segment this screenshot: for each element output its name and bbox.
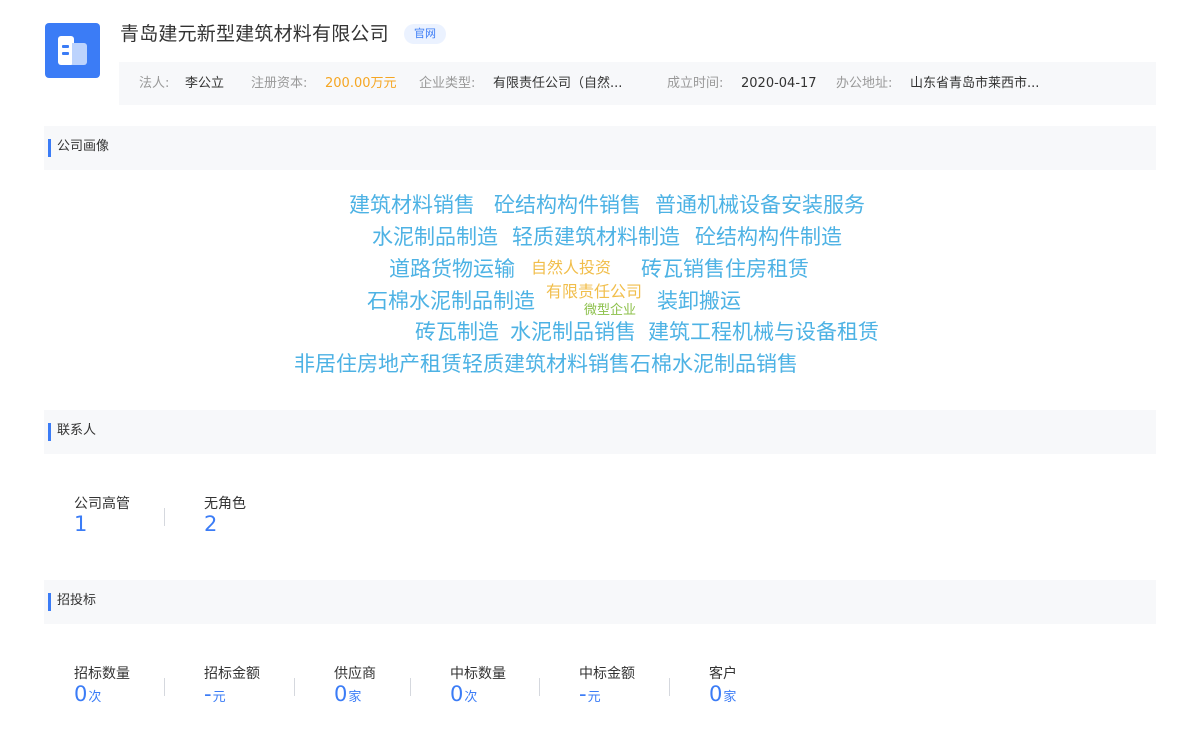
company-name: 青岛建元新型建筑材料有限公司: [120, 23, 389, 45]
legal-rep-value[interactable]: 李公立: [185, 62, 224, 105]
tag-word[interactable]: 装卸搬运: [657, 291, 741, 312]
logo-building-back: [72, 43, 87, 65]
stat-label: 无角色: [204, 496, 246, 512]
stat-value[interactable]: 2: [204, 514, 217, 535]
stat-label: 招标金额: [204, 666, 260, 682]
capital-value: 200.00万元: [325, 76, 397, 91]
stat-label: 客户: [709, 666, 737, 682]
tag-word[interactable]: 轻质建筑材料制造: [512, 227, 680, 248]
tag-word[interactable]: 微型企业: [584, 304, 636, 317]
contacts-section-header: 联系人: [44, 410, 1156, 454]
divider: [539, 678, 540, 696]
founded-label: 成立时间:: [667, 76, 724, 91]
stat-label: 供应商: [334, 666, 376, 682]
section-marker: [48, 423, 51, 441]
official-site-badge[interactable]: 官网: [404, 24, 446, 44]
founded-value: 2020-04-17: [741, 76, 817, 91]
tag-word[interactable]: 有限责任公司: [546, 284, 642, 300]
divider: [294, 678, 295, 696]
tag-word[interactable]: 建筑材料销售: [349, 195, 475, 216]
tag-word[interactable]: 建筑工程机械与设备租赁: [648, 322, 879, 343]
stat-value[interactable]: -元: [579, 684, 601, 705]
tag-word[interactable]: 自然人投资: [531, 260, 611, 276]
stat-value[interactable]: 0次: [450, 684, 477, 705]
contacts-section-title: 联系人: [57, 423, 97, 438]
tag-word[interactable]: 石棉水泥制品制造: [367, 291, 535, 312]
section-marker: [48, 139, 51, 157]
bidding-section-title: 招投标: [57, 593, 97, 608]
company-info-bar: 法人: 李公立 注册资本: 200.00万元 企业类型: 有限责任公司（自然..…: [119, 62, 1156, 105]
stat-value[interactable]: -元: [204, 684, 226, 705]
tag-word[interactable]: 水泥制品制造: [372, 227, 498, 248]
divider: [164, 678, 165, 696]
stat-label: 中标数量: [450, 666, 506, 682]
capital-label: 注册资本:: [251, 76, 308, 91]
address-value: 山东省青岛市莱西市...: [910, 76, 1040, 91]
tag-word[interactable]: 砖瓦制造: [415, 322, 499, 343]
bidding-section-header: 招投标: [44, 580, 1156, 624]
stat-value[interactable]: 1: [74, 514, 87, 535]
stat-label: 中标金额: [579, 666, 635, 682]
tag-word[interactable]: 水泥制品销售: [510, 322, 636, 343]
divider: [669, 678, 670, 696]
logo-window: [62, 52, 69, 55]
tag-word[interactable]: 砼结构构件制造: [695, 227, 842, 248]
tag-word[interactable]: 普通机械设备安装服务: [655, 195, 865, 216]
company-type-label: 企业类型:: [419, 76, 476, 91]
divider: [164, 508, 165, 526]
stat-label: 公司高管: [74, 496, 130, 512]
tag-word[interactable]: 道路货物运输: [389, 259, 515, 280]
stat-value[interactable]: 0次: [74, 684, 101, 705]
company-type-value: 有限责任公司（自然...: [493, 76, 623, 91]
stat-value[interactable]: 0家: [334, 684, 361, 705]
profile-section-title: 公司画像: [57, 139, 110, 154]
logo-window: [62, 45, 69, 48]
address-label: 办公地址:: [836, 76, 893, 91]
stat-value[interactable]: 0家: [709, 684, 736, 705]
legal-rep-label: 法人:: [139, 76, 170, 91]
tag-word[interactable]: 砼结构构件销售: [494, 195, 641, 216]
tag-word[interactable]: 非居住房地产租赁轻质建筑材料销售石棉水泥制品销售: [294, 354, 798, 375]
profile-section-header: 公司画像: [44, 126, 1156, 170]
divider: [410, 678, 411, 696]
section-marker: [48, 593, 51, 611]
tag-word[interactable]: 砖瓦销售住房租赁: [641, 259, 809, 280]
company-logo: [45, 23, 100, 78]
stat-label: 招标数量: [74, 666, 130, 682]
